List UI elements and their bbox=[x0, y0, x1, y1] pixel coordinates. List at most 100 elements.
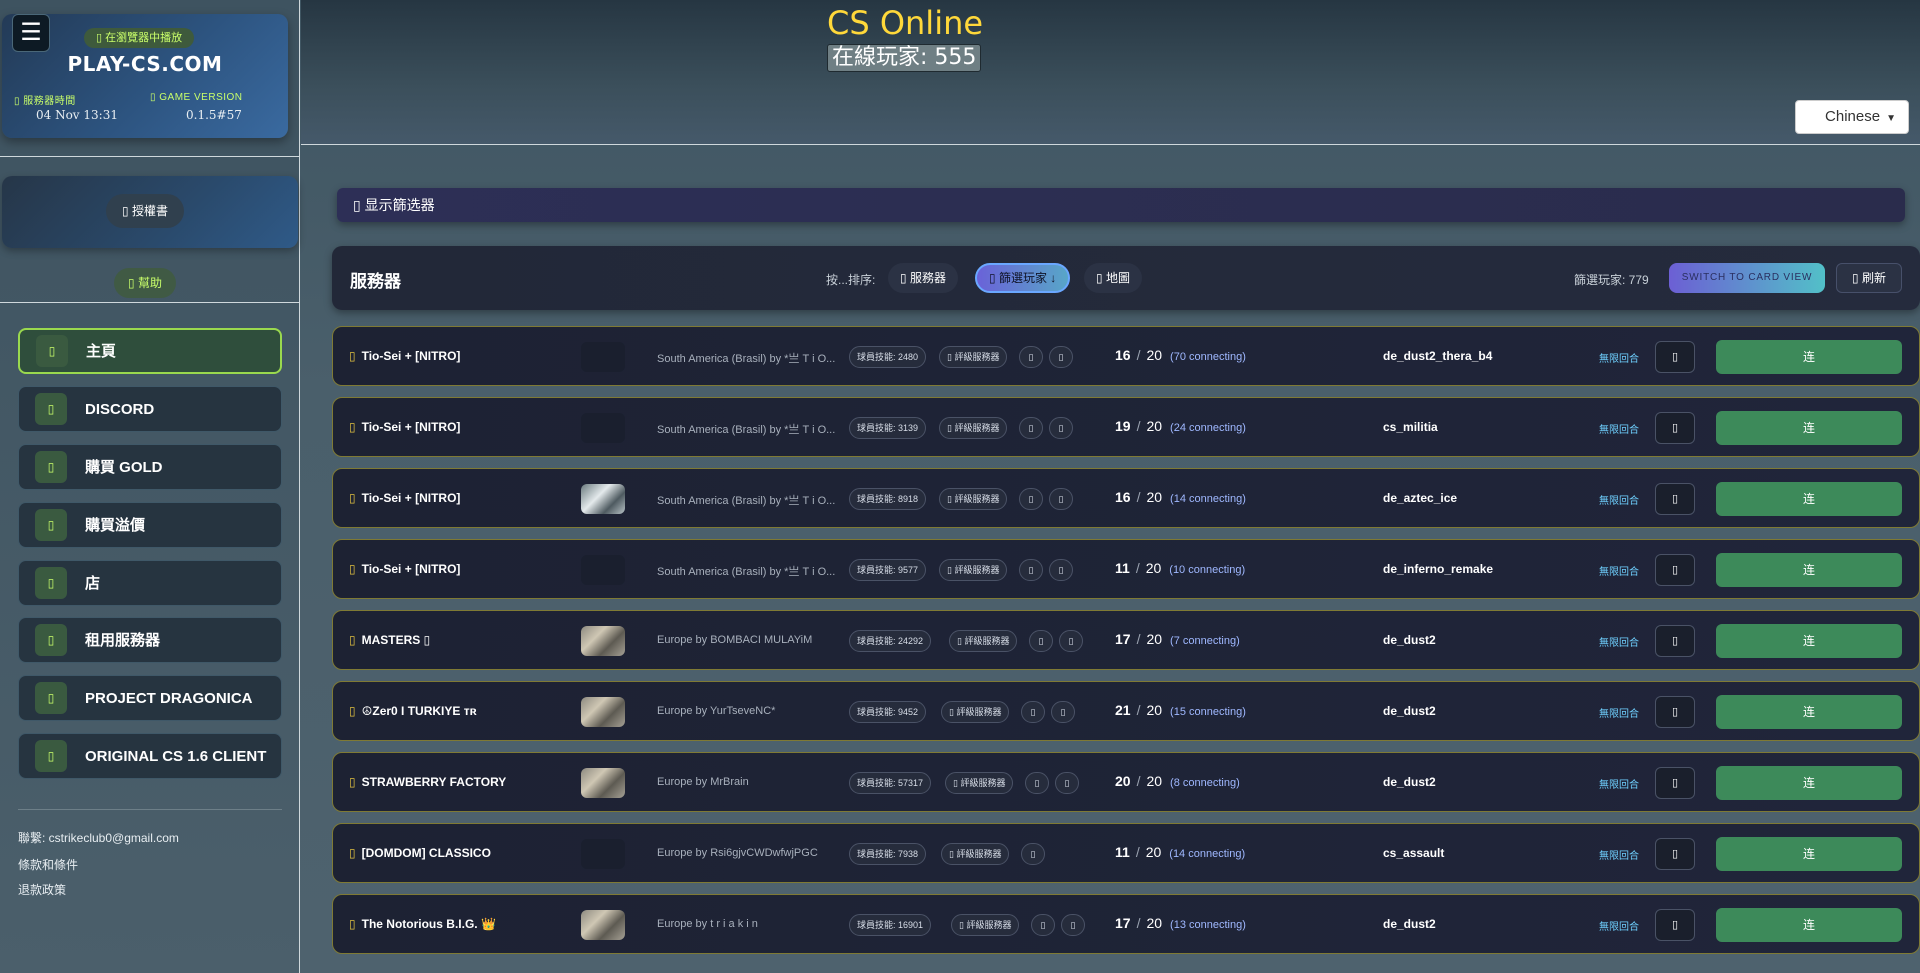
server-name[interactable]: ▯ [DOMDOM] CLASSICO bbox=[349, 846, 491, 860]
rate-server-button[interactable]: ▯ 評級服務器 bbox=[939, 488, 1008, 510]
player-count: 17 / 20 (13 connecting) bbox=[1115, 915, 1246, 931]
connecting-count: (14 connecting) bbox=[1170, 493, 1246, 505]
server-name[interactable]: ▯ Tio-Sei + [NITRO] bbox=[349, 349, 460, 363]
player-skill-badge: 球員技能: 9452 bbox=[849, 701, 927, 723]
server-info-button[interactable]: ▯ bbox=[1655, 696, 1695, 728]
nav-item-icon: ▯ bbox=[35, 393, 67, 425]
server-name[interactable]: ▯ Tio-Sei + [NITRO] bbox=[349, 491, 460, 505]
sidebar-item[interactable]: ▯ DISCORD bbox=[18, 386, 282, 432]
favorite-star-icon[interactable]: ▯ bbox=[349, 775, 356, 789]
server-info-button[interactable]: ▯ bbox=[1655, 341, 1695, 373]
connect-button[interactable]: 连 bbox=[1716, 482, 1902, 516]
connect-button[interactable]: 连 bbox=[1716, 837, 1902, 871]
server-name-text: Tio-Sei + [NITRO] bbox=[361, 420, 461, 434]
favorite-star-icon[interactable]: ▯ bbox=[349, 349, 356, 363]
server-name[interactable]: ▯ Tio-Sei + [NITRO] bbox=[349, 562, 460, 576]
rate-server-button[interactable]: ▯ 評級服務器 bbox=[945, 772, 1014, 794]
favorite-star-icon[interactable]: ▯ bbox=[349, 917, 356, 931]
help-button[interactable]: ▯ 幫助 bbox=[114, 268, 176, 298]
map-thumbnail bbox=[581, 342, 625, 372]
server-info-button[interactable]: ▯ bbox=[1655, 767, 1695, 799]
rate-server-button[interactable]: ▯ 評級服務器 bbox=[941, 843, 1010, 865]
connecting-count: (7 connecting) bbox=[1170, 635, 1240, 647]
sidebar-item[interactable]: ▯ 店 bbox=[18, 560, 282, 606]
rate-server-button[interactable]: ▯ 評級服務器 bbox=[939, 559, 1008, 581]
sidebar-item[interactable]: ▯ 主頁 bbox=[18, 328, 282, 374]
server-name-text: STRAWBERRY FACTORY bbox=[361, 775, 507, 789]
server-name-text: The Notorious B.I.G. 👑 bbox=[361, 917, 496, 931]
server-name[interactable]: ▯ The Notorious B.I.G. 👑 bbox=[349, 917, 496, 931]
favorite-star-icon[interactable]: ▯ bbox=[349, 420, 356, 434]
server-info-button[interactable]: ▯ bbox=[1655, 625, 1695, 657]
connect-button[interactable]: 连 bbox=[1716, 624, 1902, 658]
map-thumbnail bbox=[581, 697, 625, 727]
sidebar-item[interactable]: ▯ 租用服務器 bbox=[18, 617, 282, 663]
max-players: 20 bbox=[1145, 844, 1162, 860]
rate-server-button[interactable]: ▯ 評級服務器 bbox=[939, 417, 1008, 439]
site-title: CS Online bbox=[827, 4, 984, 42]
sidebar-item[interactable]: ▯ 購買溢價 bbox=[18, 502, 282, 548]
rate-server-button[interactable]: ▯ 評級服務器 bbox=[939, 346, 1008, 368]
connect-button[interactable]: 连 bbox=[1716, 553, 1902, 587]
server-tag-icon: ▯ bbox=[1059, 630, 1083, 652]
play-in-browser-button[interactable]: ▯ 在瀏覽器中播放 bbox=[84, 28, 195, 48]
favorite-star-icon[interactable]: ▯ bbox=[349, 562, 356, 576]
server-info-button[interactable]: ▯ bbox=[1655, 838, 1695, 870]
server-name[interactable]: ▯ Tio-Sei + [NITRO] bbox=[349, 420, 460, 434]
sort-by-label: 按...排序: bbox=[826, 273, 876, 287]
favorite-star-icon[interactable]: ▯ bbox=[349, 704, 356, 718]
favorite-star-icon[interactable]: ▯ bbox=[349, 846, 356, 860]
hamburger-menu-icon[interactable]: ☰ bbox=[12, 14, 50, 52]
connect-button[interactable]: 连 bbox=[1716, 695, 1902, 729]
player-count: 11 / 20 (10 connecting) bbox=[1115, 560, 1245, 576]
server-tag-icon: ▯ bbox=[1061, 914, 1085, 936]
sidebar-item[interactable]: ▯ 購買 GOLD bbox=[18, 444, 282, 490]
server-name[interactable]: ▯ ☮Zer0 I TURKIYE ᴛʀ bbox=[349, 704, 477, 718]
rate-server-button[interactable]: ▯ 評級服務器 bbox=[951, 914, 1020, 936]
server-name[interactable]: ▯ MASTERS ▯ bbox=[349, 633, 430, 647]
sidebar-item-label: PROJECT DRAGONICA bbox=[85, 689, 253, 707]
rounds-label: 無限回合 bbox=[1599, 638, 1639, 649]
favorite-star-icon[interactable]: ▯ bbox=[349, 491, 356, 505]
map-name: cs_assault bbox=[1383, 846, 1445, 860]
language-select[interactable]: Chinese ▼ bbox=[1795, 100, 1909, 134]
sort-server-button[interactable]: ▯ 服務器 bbox=[888, 263, 958, 293]
server-name[interactable]: ▯ STRAWBERRY FACTORY bbox=[349, 775, 506, 789]
player-count: 20 / 20 (8 connecting) bbox=[1115, 773, 1240, 789]
connecting-count: (8 connecting) bbox=[1170, 777, 1240, 789]
connect-button[interactable]: 连 bbox=[1716, 766, 1902, 800]
connect-button[interactable]: 连 bbox=[1716, 908, 1902, 942]
favorite-star-icon[interactable]: ▯ bbox=[349, 633, 356, 647]
sidebar-item[interactable]: ▯ ORIGINAL CS 1.6 CLIENT bbox=[18, 733, 282, 779]
refresh-button[interactable]: ▯ 刷新 bbox=[1836, 263, 1902, 293]
connect-button[interactable]: 连 bbox=[1716, 411, 1902, 445]
sidebar-item[interactable]: ▯ PROJECT DRAGONICA bbox=[18, 675, 282, 721]
rate-server-button[interactable]: ▯ 評級服務器 bbox=[949, 630, 1018, 652]
server-tag-icon: ▯ bbox=[1049, 559, 1073, 581]
server-info-button[interactable]: ▯ bbox=[1655, 483, 1695, 515]
rate-server-button[interactable]: ▯ 評級服務器 bbox=[941, 701, 1010, 723]
show-filters-toggle[interactable]: ▯ 显示篩选器 bbox=[337, 188, 1905, 222]
players-separator: / bbox=[1136, 347, 1141, 363]
nav-item-icon: ▯ bbox=[35, 567, 67, 599]
terms-link[interactable]: 條款和條件 bbox=[18, 856, 78, 873]
server-info-button[interactable]: ▯ bbox=[1655, 554, 1695, 586]
connect-button[interactable]: 连 bbox=[1716, 340, 1902, 374]
switch-card-view-button[interactable]: SWITCH TO CARD VIEW bbox=[1669, 263, 1825, 293]
brand-name[interactable]: PLAY-CS.COM bbox=[2, 52, 288, 76]
server-info-button[interactable]: ▯ bbox=[1655, 412, 1695, 444]
rounds-label: 無限回合 bbox=[1599, 496, 1639, 507]
map-thumbnail bbox=[581, 910, 625, 940]
auth-button[interactable]: ▯ 授權書 bbox=[106, 194, 184, 228]
sort-map-button[interactable]: ▯ 地圖 bbox=[1084, 263, 1142, 293]
server-region: Europe by YurTseveNC* bbox=[657, 705, 776, 717]
contact-email[interactable]: 聯繫: cstrikeclub0@gmail.com bbox=[18, 829, 179, 846]
server-info-button[interactable]: ▯ bbox=[1655, 909, 1695, 941]
rounds-label: 無限回合 bbox=[1599, 922, 1639, 933]
current-players: 17 bbox=[1115, 631, 1131, 647]
sidebar: ▯ 在瀏覽器中播放 PLAY-CS.COM ▯ 服務器時間 04 Nov 13:… bbox=[0, 0, 300, 973]
player-skill-badge: 球員技能: 7938 bbox=[849, 843, 927, 865]
refund-link[interactable]: 退款政策 bbox=[18, 881, 66, 898]
game-version-label: ▯ GAME VERSION bbox=[150, 92, 243, 103]
sort-players-button[interactable]: ▯ 篩選玩家 ↓ bbox=[975, 263, 1071, 293]
